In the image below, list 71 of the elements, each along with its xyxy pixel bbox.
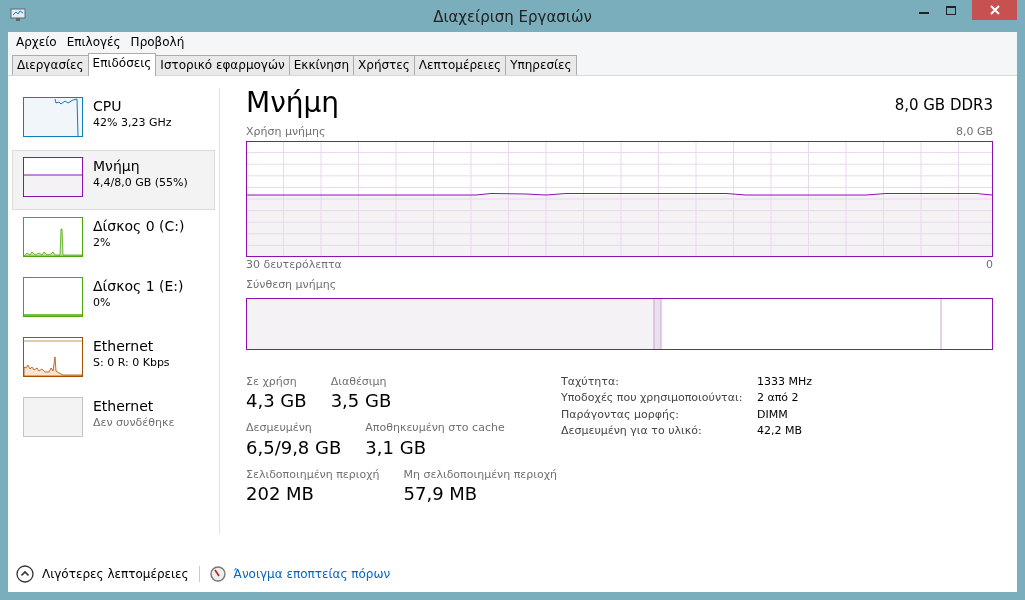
detail-label: Δεσμευμένη για το υλικό: [561, 423, 703, 439]
stat-value: 57,9 MB [403, 483, 479, 505]
sidebar-item-subtitle: 0% [93, 295, 112, 311]
stat-label: Σε χρήση [246, 373, 298, 390]
gauge-icon [209, 566, 226, 582]
graph-thumbnail [23, 397, 83, 437]
tab[interactable]: Επιδόσεις [87, 53, 157, 76]
close-button[interactable] [972, 0, 1017, 20]
composition-label: Σύνθεση μνήμης [246, 277, 337, 293]
menu-item[interactable]: Αρχείο [12, 33, 61, 51]
less-details-button[interactable]: Λιγότερες λεπτομέρειες [42, 565, 189, 583]
sidebar-item[interactable]: Δίσκος 0 (C:) 2% [12, 210, 215, 270]
sidebar-item[interactable]: Ethernet Δεν συνδέθηκε [12, 390, 215, 450]
detail-label: Παράγοντας μορφής: [561, 406, 681, 423]
sidebar-item-title: Δίσκος 1 (E:) [93, 277, 184, 295]
sidebar-item[interactable]: Δίσκος 1 (E:) 0% [12, 270, 215, 330]
graph-label: Χρήση μνήμης [246, 124, 326, 140]
sidebar-item-title: Μνήμη [93, 157, 141, 175]
sidebar-item[interactable]: CPU 42% 3,23 GHz [12, 90, 215, 150]
window-title: Διαχείριση Εργασιών [433, 7, 592, 28]
detail-value: 42,2 MB [757, 423, 803, 439]
stat-value: 4,3 GB [246, 390, 307, 412]
sidebar-item-title: Ethernet [93, 337, 155, 355]
sidebar-item-title: Δίσκος 0 (C:) [93, 217, 185, 235]
sidebar-item-subtitle: Δεν συνδέθηκε [93, 415, 175, 431]
sidebar-item-subtitle: 2% [93, 235, 112, 251]
performance-monitor-icon [10, 8, 26, 22]
sidebar-item[interactable]: Μνήμη 4,4/8,0 GB (55%) [12, 150, 215, 210]
stat-label: Μη σελιδοποιημένη περιοχή [403, 466, 558, 483]
stat-label: Διαθέσιμη [330, 373, 388, 390]
stat-value: 202 MB [246, 483, 315, 505]
graph-thumbnail [23, 157, 83, 197]
hardware-info: 8,0 GB DDR3 [894, 94, 993, 116]
graph-thumbnail [23, 277, 83, 317]
minimize-icon [918, 12, 929, 14]
graph-thumbnail [23, 217, 83, 257]
maximize-icon [945, 5, 956, 15]
stat-value: 3,5 GB [330, 390, 392, 412]
tab[interactable]: Χρήστες [353, 55, 415, 75]
graph-thumbnail [23, 97, 83, 137]
sidebar-item-title: CPU [93, 97, 123, 115]
resource-monitor-link[interactable]: Άνοιγμα εποπτείας πόρων [233, 565, 391, 583]
menu-item[interactable]: Προβολή [126, 33, 189, 51]
stat-value: 3,1 GB [365, 436, 427, 459]
close-icon [989, 5, 1000, 15]
stat-label: Αποθηκευμένη στο cache [365, 420, 505, 436]
section-title: Μνήμη [246, 86, 340, 120]
menu-item[interactable]: Επιλογές [62, 33, 125, 51]
detail-value: 1333 MHz [757, 373, 813, 390]
graph-max-label: 8,0 GB [955, 124, 993, 140]
time-span-label: 30 δευτερόλεπτα [246, 256, 342, 273]
detail-value: 2 από 2 [757, 390, 799, 406]
sidebar-item-subtitle: S: 0 R: 0 Kbps [93, 355, 170, 371]
sidebar-item-subtitle: 4,4/8,0 GB (55%) [93, 175, 188, 191]
detail-label: Υποδοχές που χρησιμοποιούνται: [561, 390, 744, 406]
tab[interactable]: Λεπτομέρειες [413, 55, 507, 75]
tab[interactable]: Εκκίνηση [288, 55, 355, 75]
graph-thumbnail [23, 337, 83, 377]
stat-label: Δεσμευμένη [246, 420, 313, 436]
tab[interactable]: Ιστορικό εφαρμογών [155, 55, 290, 75]
tab[interactable]: Υπηρεσίες [505, 55, 577, 75]
stat-value: 6,5/9,8 GB [246, 436, 342, 459]
detail-label: Ταχύτητα: [561, 373, 620, 390]
zero-label: 0 [986, 256, 993, 273]
sidebar-item[interactable]: Ethernet S: 0 R: 0 Kbps [12, 330, 215, 390]
stat-label: Σελιδοποιημένη περιοχή [246, 466, 380, 483]
collapse-icon[interactable] [16, 565, 34, 583]
sidebar-item-title: Ethernet [93, 397, 155, 415]
tab[interactable]: Διεργασίες [12, 55, 89, 75]
detail-value: DIMM [757, 406, 788, 423]
sidebar-item-subtitle: 42% 3,23 GHz [93, 115, 172, 131]
